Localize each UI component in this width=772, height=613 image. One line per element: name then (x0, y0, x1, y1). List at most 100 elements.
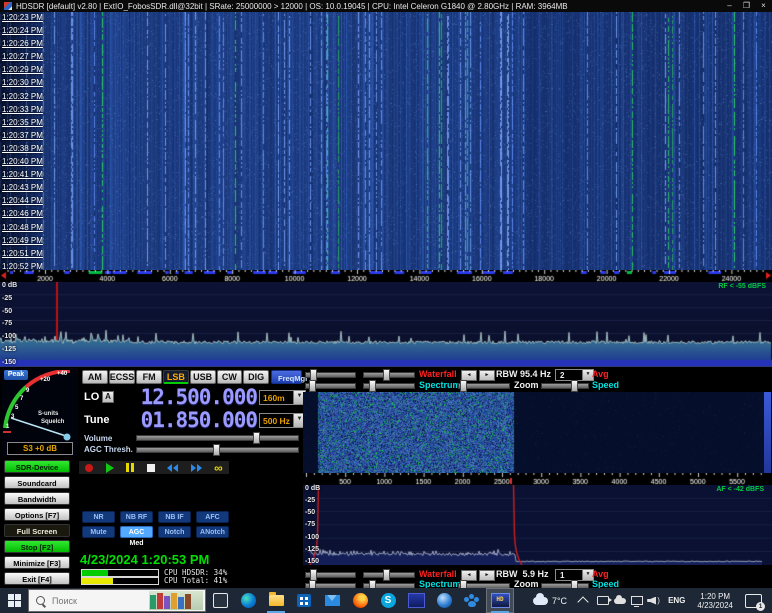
fast-forward-icon[interactable] (190, 463, 202, 472)
dsp-button[interactable]: NB IF (158, 511, 191, 523)
taskbar-app-edge[interactable] (234, 588, 262, 613)
slider-track[interactable] (136, 435, 299, 441)
af-waterfall-display[interactable] (303, 392, 763, 473)
slider-thumb[interactable] (212, 444, 220, 456)
taskbar-app-firefox[interactable] (346, 588, 374, 613)
af-waterfall-label: Waterfall (419, 369, 457, 379)
loop-icon[interactable]: ∞ (214, 462, 223, 474)
mode-button[interactable]: AM (82, 370, 108, 384)
rewind-icon[interactable] (167, 463, 179, 472)
taskbar-app-skype[interactable]: S (374, 588, 402, 613)
function-button[interactable]: Minimize [F3] (4, 556, 70, 569)
tray-meet-now[interactable] (594, 588, 612, 613)
taskbar-app-hdsdr[interactable]: HD (486, 588, 514, 613)
language-indicator[interactable]: ENG (662, 596, 691, 605)
af-waterfall-brightness-slider[interactable] (305, 369, 356, 381)
stop-icon[interactable] (146, 463, 155, 472)
af2-waterfall-contrast-slider[interactable] (363, 569, 415, 581)
rbw2-readout: RBW 5.9 Hz (496, 569, 549, 579)
af-spectrum-range-slider[interactable] (363, 380, 415, 392)
af-spectrum-ref-slider[interactable] (305, 380, 356, 392)
rf-spectrum-display[interactable] (0, 282, 772, 366)
mode-button[interactable]: DIG (243, 370, 270, 384)
s-meter-scale-label: 5 (15, 405, 19, 411)
af2-waterfall-brightness-slider[interactable] (305, 569, 356, 581)
s-meter-reading[interactable]: S3 +0 dB (7, 442, 73, 455)
waterfall-timestamp-column: 1:20:23 PM 1:20:24 PM 1:20:26 PM 1:20:27 PM… (2, 12, 43, 272)
dsp-button[interactable]: Notch (158, 526, 191, 538)
microsoft-store-icon (297, 594, 311, 607)
waterfall-timestamp: 1:20:43 PM (2, 183, 43, 193)
function-button[interactable]: Bandwidth [F6] (4, 492, 70, 516)
speed-label: Speed (592, 380, 620, 390)
action-center-icon[interactable]: 1 (745, 593, 765, 611)
speaker-waves-icon: ) (657, 595, 660, 605)
close-button[interactable]: × (755, 0, 772, 12)
tray-volume[interactable]: ) (645, 588, 662, 613)
af-waterfall-contrast-slider[interactable] (363, 369, 415, 381)
af-waterfall-scrollbar[interactable] (764, 392, 771, 473)
lo-vfo-a-badge[interactable]: A (102, 391, 114, 403)
taskbar-weather[interactable]: 7°C (525, 592, 575, 606)
minimize-button[interactable]: – (721, 0, 738, 12)
search-input[interactable] (50, 594, 134, 607)
volume-slider[interactable] (136, 432, 299, 444)
taskbar-app-mail[interactable] (318, 588, 346, 613)
dsp-button[interactable]: NR (82, 511, 115, 523)
dsp-button[interactable]: Mute (82, 526, 115, 538)
taskbar-app-3[interactable] (458, 588, 486, 613)
peak-button[interactable]: Peak (4, 370, 28, 380)
tray-expand-icon[interactable] (577, 596, 589, 608)
dsp-button[interactable]: ANotch (196, 526, 229, 538)
taskbar-app-explorer[interactable] (262, 588, 290, 613)
lo-band-select[interactable]: 160m ▼ (259, 390, 306, 405)
cpu-hdsdr-fill (82, 569, 108, 576)
function-button[interactable]: Stop [F2] (4, 540, 70, 553)
dsp-button[interactable]: AFC (196, 511, 229, 523)
taskbar-app-1[interactable] (402, 588, 430, 613)
tune-frequency-display[interactable]: 01.850.000 (117, 410, 258, 431)
avg-count-value: 1 (560, 570, 565, 580)
af-speed-slider[interactable] (541, 380, 589, 392)
mode-button[interactable]: CW (216, 370, 243, 384)
tray-onedrive[interactable] (611, 588, 628, 613)
windows-logo-icon (7, 594, 21, 607)
mode-button[interactable]: FM (136, 370, 163, 384)
function-button[interactable]: Options [F7] (4, 508, 70, 521)
freqmgr-button[interactable]: FreqMgr (271, 370, 308, 384)
tray-network[interactable] (628, 588, 645, 613)
maximize-button[interactable]: ❐ (738, 0, 755, 12)
rf-level-readout: RF < -55 dBFS (718, 283, 766, 290)
af-frequency-scale[interactable] (303, 473, 772, 485)
play-icon[interactable] (105, 462, 114, 473)
hdsdr-taskbar-icon: HD (490, 593, 510, 608)
agc-threshold-slider[interactable] (136, 444, 299, 456)
search-highlight-image[interactable] (149, 591, 203, 610)
slider-thumb[interactable] (253, 432, 261, 444)
mode-button[interactable]: LSB (163, 370, 189, 384)
pause-icon[interactable] (126, 463, 135, 472)
s-meter-scale-label: 9 (26, 388, 30, 394)
af-zoom-slider[interactable] (458, 380, 510, 392)
taskbar-app-store[interactable] (290, 588, 318, 613)
control-panel: S-units Squelch 1 3 5 7 9 +20 +40 Peak S3 +0 d… (0, 367, 772, 592)
taskbar-search-box[interactable] (28, 589, 206, 612)
function-button[interactable]: Exit [F4] (4, 572, 70, 585)
dsp-button[interactable]: AGC Med (120, 526, 153, 547)
dsp-button[interactable]: NB RF (120, 511, 153, 523)
rf-waterfall-display[interactable] (0, 12, 772, 270)
af-spectrum-display[interactable] (303, 485, 772, 565)
function-button[interactable]: Soundcard [F5] (4, 476, 70, 500)
mode-button[interactable]: ECSS (108, 370, 136, 384)
start-button[interactable] (0, 588, 28, 613)
record-icon[interactable] (85, 463, 94, 472)
function-button[interactable]: Full Screen [F11] (4, 524, 70, 548)
task-view-button[interactable] (206, 588, 234, 613)
tune-step-select[interactable]: 500 Hz ▼ (259, 413, 306, 428)
lo-frequency-display[interactable]: 12.500.000 (117, 387, 258, 408)
mode-button[interactable]: USB (189, 370, 216, 384)
taskbar-clock[interactable]: 1:20 PM 4/23/2024 (691, 592, 739, 610)
function-button[interactable]: SDR-Device [F8] (4, 460, 70, 484)
rf-frequency-scale[interactable] (0, 270, 772, 282)
taskbar-app-2[interactable] (430, 588, 458, 613)
